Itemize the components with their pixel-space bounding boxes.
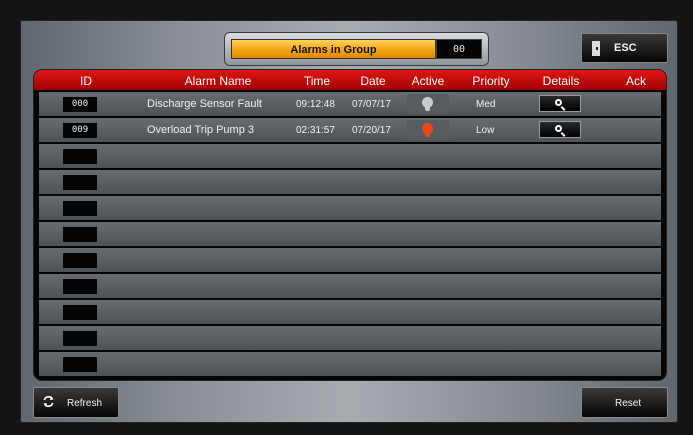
table-row[interactable] bbox=[39, 274, 661, 298]
alarm-time: 02:31:57 bbox=[296, 125, 335, 136]
alarm-id: 000 bbox=[63, 97, 97, 112]
esc-button[interactable]: ESC bbox=[581, 33, 668, 63]
alarm-id bbox=[63, 175, 97, 190]
alarm-id bbox=[63, 331, 97, 346]
alarm-id bbox=[63, 305, 97, 320]
column-header-active: Active bbox=[411, 74, 445, 88]
light-bulb-icon bbox=[422, 97, 433, 111]
alarm-id bbox=[63, 227, 97, 242]
magnifier-icon bbox=[555, 99, 562, 106]
reset-button[interactable]: Reset bbox=[581, 387, 668, 418]
column-header-date: Date bbox=[360, 74, 386, 88]
column-header-priority: Priority bbox=[472, 74, 510, 88]
alarm-group-count: 00 bbox=[436, 39, 482, 59]
table-row[interactable] bbox=[39, 248, 661, 272]
table-header: ID Alarm Name Time Date Active Priority … bbox=[34, 70, 666, 90]
alarm-id bbox=[63, 201, 97, 216]
alarm-table: ID Alarm Name Time Date Active Priority … bbox=[34, 70, 666, 380]
table-row[interactable]: 009 Overload Trip Pump 3 02:31:57 07/20/17 L… bbox=[39, 118, 661, 142]
table-row[interactable] bbox=[39, 352, 661, 376]
alarm-time: 09:12:48 bbox=[296, 99, 335, 110]
refresh-label: Refresh bbox=[67, 398, 103, 409]
table-row[interactable] bbox=[39, 326, 661, 350]
alarm-group-panel: Alarms in Group 00 bbox=[225, 33, 488, 65]
column-header-id: ID bbox=[80, 74, 92, 88]
refresh-button[interactable]: Refresh bbox=[33, 387, 119, 418]
table-row[interactable] bbox=[39, 170, 661, 194]
details-button[interactable] bbox=[539, 95, 581, 112]
column-header-alarm-name: Alarm Name bbox=[184, 74, 252, 88]
alarm-name: Discharge Sensor Fault bbox=[147, 98, 262, 110]
alarm-id: 009 bbox=[63, 123, 97, 138]
reset-label: Reset bbox=[615, 398, 642, 409]
alarm-priority: Low bbox=[476, 125, 495, 136]
refresh-icon bbox=[43, 396, 54, 407]
table-row[interactable] bbox=[39, 300, 661, 324]
alarm-id bbox=[63, 357, 97, 372]
alarm-date: 07/20/17 bbox=[352, 125, 391, 136]
active-indicator bbox=[407, 94, 449, 114]
table-row[interactable]: 000 Discharge Sensor Fault 09:12:48 07/07/1… bbox=[39, 92, 661, 116]
esc-label: ESC bbox=[614, 42, 637, 54]
alarm-id bbox=[63, 149, 97, 164]
light-bulb-icon bbox=[422, 123, 433, 137]
alarm-id bbox=[63, 253, 97, 268]
magnifier-icon bbox=[555, 125, 562, 132]
table-row[interactable] bbox=[39, 222, 661, 246]
alarm-id bbox=[63, 279, 97, 294]
details-button[interactable] bbox=[539, 121, 581, 138]
alarm-name: Overload Trip Pump 3 bbox=[147, 124, 254, 136]
active-indicator bbox=[407, 120, 449, 140]
alarm-priority: Med bbox=[476, 99, 496, 110]
exit-door-icon bbox=[592, 41, 600, 56]
alarm-date: 07/07/17 bbox=[352, 99, 391, 110]
table-row[interactable] bbox=[39, 196, 661, 220]
table-row[interactable] bbox=[39, 144, 661, 168]
column-header-time: Time bbox=[303, 74, 331, 88]
column-header-details: Details bbox=[542, 74, 580, 88]
alarm-screen: Alarms in Group 00 ESC ID Alarm Name Tim… bbox=[20, 20, 678, 423]
alarm-group-label: Alarms in Group bbox=[231, 39, 436, 59]
column-header-ack: Ack bbox=[625, 74, 646, 88]
